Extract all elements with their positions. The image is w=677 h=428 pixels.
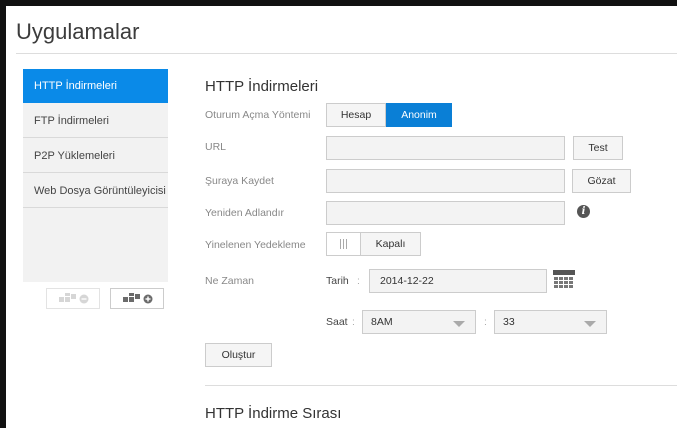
toggle-handle[interactable] — [327, 233, 361, 255]
time-label: Saat — [326, 316, 348, 328]
minute-value: 33 — [503, 316, 515, 328]
minute-select[interactable]: 33 — [494, 310, 607, 334]
login-method-account-button[interactable]: Hesap — [326, 103, 386, 127]
chevron-down-icon — [453, 321, 465, 327]
login-method-anonymous-button[interactable]: Anonim — [386, 103, 452, 127]
calendar-icon[interactable] — [553, 270, 575, 290]
sidebar-item-web-file-viewer[interactable]: Web Dosya Görüntüleyicisi — [23, 174, 168, 208]
when-label: Ne Zaman — [205, 275, 255, 287]
create-button[interactable]: Oluştur — [205, 343, 272, 367]
time-colon: : — [352, 316, 355, 328]
sidebar-item-p2p-uploads[interactable]: P2P Yüklemeleri — [23, 139, 168, 173]
date-colon: : — [357, 275, 360, 287]
login-method-label: Oturum Açma Yöntemi — [205, 109, 311, 121]
section-title: HTTP İndirmeleri — [205, 78, 319, 95]
hour-value: 8AM — [371, 316, 393, 328]
rename-label: Yeniden Adlandır — [205, 207, 285, 219]
remove-app-icon — [59, 293, 89, 304]
save-to-input[interactable] — [326, 169, 565, 193]
rename-input[interactable] — [326, 201, 565, 225]
recurring-backup-toggle[interactable]: Kapalı — [326, 232, 421, 256]
date-input[interactable]: 2014-12-22 — [369, 269, 547, 293]
url-input[interactable] — [326, 136, 565, 160]
sidebar-item-ftp-downloads[interactable]: FTP İndirmeleri — [23, 104, 168, 138]
hour-select[interactable]: 8AM — [362, 310, 476, 334]
toggle-state-label: Kapalı — [361, 233, 420, 255]
add-app-button[interactable] — [110, 288, 164, 309]
sidebar-item-http-downloads[interactable]: HTTP İndirmeleri — [23, 69, 168, 103]
save-to-label: Şuraya Kaydet — [205, 175, 274, 187]
page-title: Uygulamalar — [16, 19, 140, 44]
test-button[interactable]: Test — [573, 136, 623, 160]
browse-button[interactable]: Gözat — [572, 169, 631, 193]
remove-app-button[interactable] — [46, 288, 100, 309]
add-app-icon — [123, 293, 153, 304]
queue-title: HTTP İndirme Sırası — [205, 405, 342, 422]
hour-minute-colon: : — [484, 316, 487, 328]
chevron-down-icon — [584, 321, 596, 327]
info-icon[interactable]: i — [577, 205, 590, 218]
sidebar: HTTP İndirmeleri FTP İndirmeleri P2P Yük… — [23, 69, 168, 282]
section-divider — [205, 385, 677, 386]
title-divider — [16, 53, 677, 54]
url-label: URL — [205, 141, 227, 153]
recurring-backup-label: Yinelenen Yedekleme — [205, 239, 306, 251]
date-label: Tarih — [326, 275, 349, 287]
